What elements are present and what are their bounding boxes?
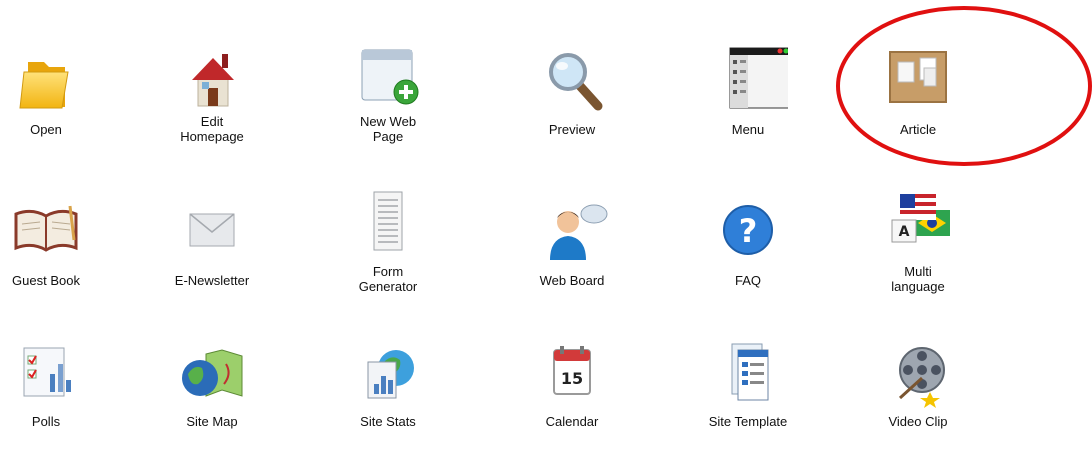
question-icon: ? xyxy=(708,190,788,270)
tile-preview[interactable]: Preview xyxy=(512,38,632,168)
new-page-icon xyxy=(348,34,428,114)
tile-label: Site Template xyxy=(708,414,788,429)
tile-label: Video Clip xyxy=(888,414,948,429)
stats-globe-icon xyxy=(348,334,428,414)
tile-site-template[interactable]: Site Template xyxy=(688,336,808,466)
tile-label: Form Generator xyxy=(358,264,418,294)
tile-label: Calendar xyxy=(545,414,599,429)
house-icon xyxy=(172,38,252,118)
tile-label: FAQ xyxy=(734,273,761,288)
menu-window-icon xyxy=(708,38,788,118)
tile-article[interactable]: Article xyxy=(858,38,978,168)
tile-calendar[interactable]: 15 Calendar xyxy=(512,336,632,466)
poll-chart-icon xyxy=(6,334,86,414)
calendar-day-text: 15 xyxy=(561,369,583,388)
template-icon xyxy=(708,334,788,414)
tile-open[interactable]: Open xyxy=(0,38,106,168)
folder-icon xyxy=(6,38,86,118)
envelope-icon xyxy=(172,190,252,270)
form-document-icon xyxy=(348,184,428,264)
svg-text:?: ? xyxy=(739,212,758,250)
tile-web-board[interactable]: Web Board xyxy=(512,190,632,320)
tile-label: Open xyxy=(30,122,62,137)
calendar-icon: 15 xyxy=(532,334,612,414)
tile-label: Preview xyxy=(548,122,596,137)
corkboard-icon xyxy=(878,38,958,118)
tile-label: Site Stats xyxy=(360,414,416,429)
tile-e-newsletter[interactable]: E-Newsletter xyxy=(152,190,272,320)
tile-faq[interactable]: ? FAQ xyxy=(688,190,808,320)
tile-multi-language[interactable]: A Multi language xyxy=(858,190,978,320)
tile-site-map[interactable]: Site Map xyxy=(152,336,272,466)
user-speech-icon xyxy=(532,190,612,270)
tile-new-web-page[interactable]: New Web Page xyxy=(328,38,448,168)
tile-label: Web Board xyxy=(539,273,605,288)
flags-icon: A xyxy=(878,184,958,264)
tile-video-clip[interactable]: Video Clip xyxy=(858,336,978,466)
globe-map-icon xyxy=(172,334,252,414)
tile-label: Site Map xyxy=(186,414,238,429)
tile-label: Edit Homepage xyxy=(180,114,244,144)
tile-label: Menu xyxy=(731,122,765,137)
tile-guest-book[interactable]: Guest Book xyxy=(0,190,106,320)
tile-label: Article xyxy=(899,122,937,137)
tile-label: E-Newsletter xyxy=(174,273,250,288)
tile-polls[interactable]: Polls xyxy=(0,336,106,466)
tile-label: Multi language xyxy=(891,264,945,294)
tile-form-generator[interactable]: Form Generator xyxy=(328,190,448,320)
tile-menu[interactable]: Menu xyxy=(688,38,808,168)
svg-text:A: A xyxy=(899,224,910,240)
tile-site-stats[interactable]: Site Stats xyxy=(328,336,448,466)
magnifier-icon xyxy=(532,38,612,118)
film-reel-icon xyxy=(878,334,958,414)
book-icon xyxy=(6,190,86,270)
tile-label: New Web Page xyxy=(359,114,417,144)
tile-edit-homepage[interactable]: Edit Homepage xyxy=(152,38,272,168)
tile-label: Polls xyxy=(31,414,61,429)
tile-label: Guest Book xyxy=(12,273,80,288)
